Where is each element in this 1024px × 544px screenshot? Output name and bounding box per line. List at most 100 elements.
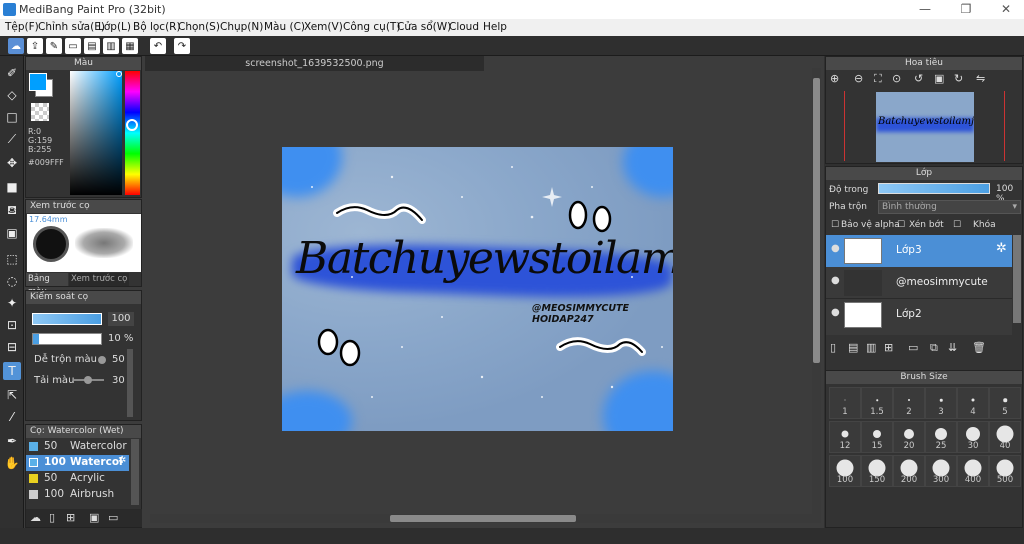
brush-item[interactable]: 50 Acrylic (26, 471, 129, 487)
brush-size-cell[interactable]: 25 (925, 421, 957, 453)
document-tab[interactable]: screenshot_1639532500.png (145, 56, 484, 71)
brush-size-cell[interactable]: 300 (925, 455, 957, 487)
brush-item[interactable]: 100 Airbrush (26, 487, 129, 503)
brush-item-selected[interactable]: 100 Watercolor ✲ (26, 455, 129, 471)
fit-screen-icon[interactable]: ⛶ (874, 72, 882, 86)
rotate-right-icon[interactable]: ↻ (954, 72, 963, 85)
brush-item[interactable]: 50 Watercolor (26, 439, 129, 455)
new-layer-icon[interactable]: ▯ (830, 341, 836, 354)
gradient-icon[interactable]: ▣ (3, 224, 21, 242)
canvas-horizontal-scrollbar[interactable] (150, 514, 812, 523)
layer-row-selected[interactable]: ● Lớp3 ✲ (826, 235, 1012, 267)
brush-size-cell[interactable]: 1 (829, 387, 861, 419)
menu-select[interactable]: Chọn(S) (178, 21, 220, 33)
add-layer-menu-icon[interactable]: ⊞ (884, 341, 893, 354)
operation-icon[interactable]: ⇱ (3, 386, 21, 404)
brush-size-cell[interactable]: 4 (957, 387, 989, 419)
magic-wand-icon[interactable]: ✦ (3, 294, 21, 312)
menu-layer[interactable]: Lớp(L) (98, 21, 131, 33)
visibility-icon[interactable]: ● (831, 307, 840, 318)
actual-size-icon[interactable]: ⊙ (892, 72, 901, 85)
new-color-layer-icon[interactable]: ▤ (848, 341, 858, 354)
new-halftone-layer-icon[interactable]: ▥ (866, 341, 876, 354)
layer-row[interactable]: ● Lớp2 (826, 299, 1012, 331)
brush-size-cell[interactable]: 2 (893, 387, 925, 419)
horizontal-scroll-thumb[interactable] (390, 515, 576, 522)
message-icon[interactable]: ▭ (65, 38, 81, 54)
brush-size-cell[interactable]: 15 (861, 421, 893, 453)
brush-size-cell[interactable]: 12 (829, 421, 861, 453)
bucket-icon[interactable]: ⛾ (3, 202, 21, 220)
hue-slider[interactable] (125, 71, 140, 195)
menu-view[interactable]: Xem(V) (304, 21, 343, 33)
select-eraser-icon[interactable]: ⊟ (3, 338, 21, 356)
fill-rect-icon[interactable]: ■ (3, 178, 21, 196)
brush-size-cell[interactable]: 40 (989, 421, 1021, 453)
duplicate-layer-icon[interactable]: ⧉ (930, 341, 938, 355)
vertical-scroll-thumb[interactable] (813, 78, 820, 363)
cloud-icon[interactable]: ☁ (8, 38, 24, 54)
brush-size-cell[interactable]: 5 (989, 387, 1021, 419)
hand-icon[interactable]: ✋ (3, 454, 21, 472)
layer-list-scrollbar[interactable] (1013, 235, 1021, 323)
menu-help[interactable]: Help (483, 21, 507, 33)
undo-icon[interactable]: ↶ (150, 38, 166, 54)
eyedropper-icon[interactable]: ⁄ (3, 408, 21, 426)
brush-list-scrollbar[interactable] (131, 439, 139, 505)
minimize-button[interactable]: — (912, 1, 938, 18)
cloud-brush-icon[interactable]: ☁ (30, 511, 41, 524)
pen-icon[interactable]: ⟋ (3, 130, 21, 148)
rect-select-icon[interactable]: □ (3, 108, 21, 126)
delete-layer-icon[interactable]: 🗑 (972, 341, 986, 354)
tab-color-palette[interactable]: Bảng màu (26, 273, 68, 297)
layer-opacity-slider[interactable] (878, 183, 990, 194)
blend-mode-select[interactable]: Bình thường ▾ (878, 200, 1021, 214)
rotate-left-icon[interactable]: ↺ (914, 72, 923, 85)
brush-size-cell[interactable]: 3 (925, 387, 957, 419)
visibility-icon[interactable]: ● (831, 275, 840, 286)
lasso-icon[interactable]: ◌ (3, 272, 21, 290)
eraser-icon[interactable]: ◇ (3, 86, 21, 104)
pen-tool-icon[interactable]: ✒ (3, 432, 21, 450)
menu-filter[interactable]: Bộ lọc(R) (133, 21, 181, 33)
layer-row[interactable]: ● @meosimmycute (826, 267, 1012, 299)
grid-icon[interactable]: ▦ (122, 38, 138, 54)
menu-edit[interactable]: Chỉnh sửa(E) (38, 21, 105, 33)
brush-size-cell[interactable]: 30 (957, 421, 989, 453)
select-pen-icon[interactable]: ⊡ (3, 316, 21, 334)
document-icon[interactable]: ▤ (84, 38, 100, 54)
brush-size-slider[interactable] (32, 313, 102, 325)
page-icon[interactable]: ▥ (103, 38, 119, 54)
brush-opacity-slider[interactable] (32, 333, 102, 345)
folder-icon[interactable]: ▭ (908, 341, 918, 354)
move-icon[interactable]: ✥ (3, 154, 21, 172)
flip-horizontal-icon[interactable]: ⇋ (976, 72, 985, 85)
reset-rotation-icon[interactable]: ▣ (934, 72, 944, 85)
menu-tools[interactable]: Công cụ(T) (343, 21, 400, 33)
foreground-color-swatch[interactable] (29, 73, 47, 91)
tab-brush-preview[interactable]: Xem trước cọ (69, 273, 129, 286)
menu-capture[interactable]: Chụp(N) (220, 21, 263, 33)
close-button[interactable]: ✕ (993, 1, 1019, 18)
brush-size-cell[interactable]: 150 (861, 455, 893, 487)
zoom-out-icon[interactable]: ⊖ (854, 72, 863, 85)
visibility-icon[interactable]: ● (831, 243, 840, 254)
brush-size-cell[interactable]: 500 (989, 455, 1021, 487)
brush-icon[interactable]: ✐ (3, 64, 21, 82)
transparent-swatch[interactable] (31, 103, 49, 121)
clipping-checkbox[interactable]: ☐ (897, 220, 905, 230)
lock-checkbox[interactable]: ☐ (953, 220, 961, 230)
menu-window[interactable]: Cửa sổ(W) (397, 21, 451, 33)
menu-file[interactable]: Tệp(F) (5, 21, 39, 33)
comment-icon[interactable]: ✎ (46, 38, 62, 54)
brush-size-cell[interactable]: 400 (957, 455, 989, 487)
navigator-thumbnail[interactable]: Batchuyewstoilamj (876, 92, 974, 162)
zoom-in-icon[interactable]: ⊕ (830, 72, 839, 85)
lasso-rect-icon[interactable]: ⬚ (3, 250, 21, 268)
blend-slider-handle[interactable] (98, 356, 106, 364)
brush-control-scrollbar[interactable] (127, 349, 133, 417)
save-brush-icon[interactable]: ▣ (89, 511, 99, 524)
color-picker-cursor[interactable] (116, 71, 122, 77)
new-brush-icon[interactable]: ▯ (49, 511, 55, 524)
brush-size-value[interactable]: 100 (108, 312, 134, 326)
